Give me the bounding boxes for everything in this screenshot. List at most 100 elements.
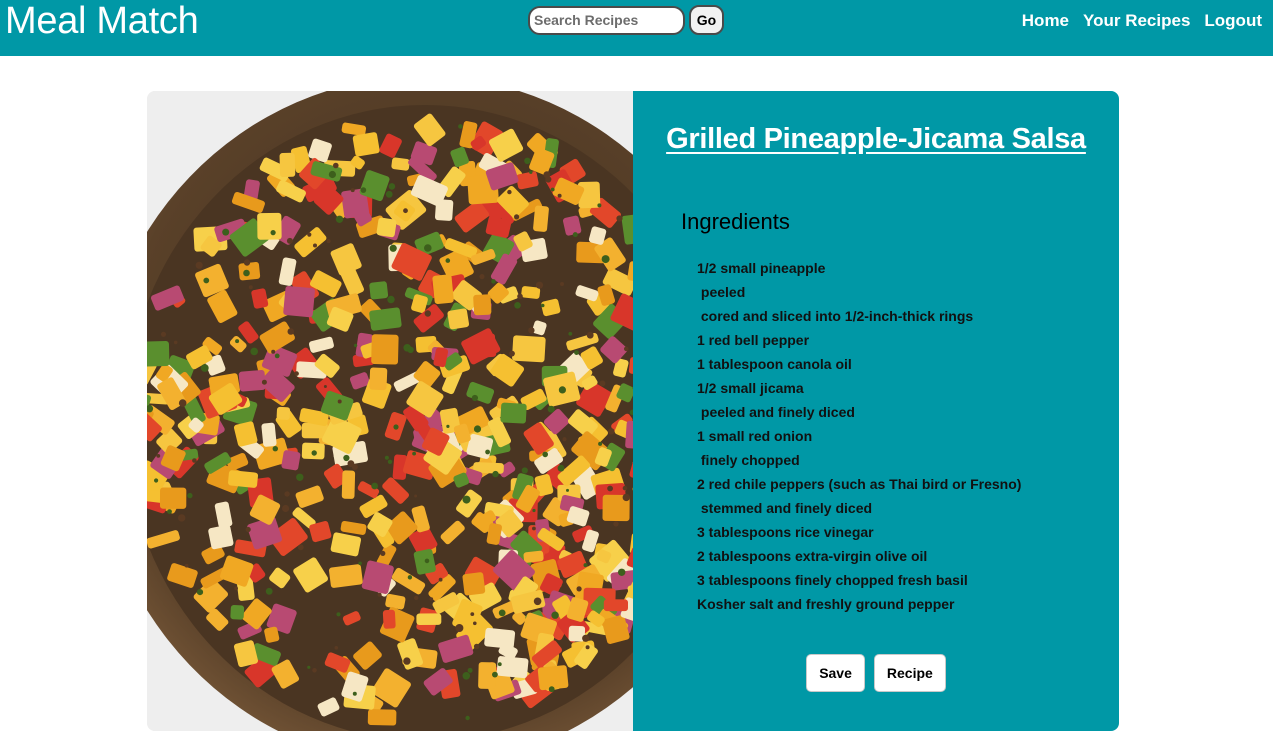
salsa-speck [343,454,350,462]
salsa-piece [371,334,399,365]
salsa-piece [500,402,527,424]
salsa-speck [532,526,536,531]
ingredient-item: 1 tablespoon canola oil [697,356,852,372]
salsa-speck [371,482,379,490]
salsa-speck [272,446,278,452]
salsa-speck [323,385,327,388]
salsa-piece [352,132,380,157]
salsa-speck [384,455,389,460]
salsa-speck [388,183,396,190]
brand-logo-text[interactable]: Meal Match [5,0,199,42]
salsa-speck [187,492,193,499]
salsa-piece [523,550,544,563]
salsa-speck [583,563,588,568]
salsa-speck [334,646,339,650]
salsa-speck [462,495,471,504]
salsa-speck [271,349,276,354]
ingredient-item: peeled [697,284,746,300]
save-button[interactable]: Save [806,654,865,692]
ingredient-item: 1/2 small pineapple [697,260,826,276]
salsa-speck [307,665,311,669]
salsa-speck [203,277,210,284]
salsa-piece [279,152,296,178]
salsa-piece [283,285,315,318]
nav-link-your-recipes[interactable]: Your Recipes [1083,10,1190,32]
salsa-speck [479,274,485,280]
salsa-speck [438,577,443,582]
ingredients-heading: Ingredients [681,209,790,234]
salsa-speck [284,491,290,497]
salsa-piece [228,470,259,488]
salsa-speck [458,124,463,129]
salsa-speck [360,187,367,193]
salsa-speck [178,399,187,407]
salsa-speck [473,425,482,433]
salsa-piece [473,294,492,316]
nav-link-logout[interactable]: Logout [1204,10,1262,32]
salsa-speck [195,261,203,269]
salsa-speck [178,514,186,522]
salsa-speck [336,612,341,617]
salsa-speck [297,544,304,551]
search-input[interactable] [528,5,685,35]
salsa-speck [524,157,531,164]
ingredient-item: 1 red bell pepper [697,332,810,348]
salsa-speck [601,255,610,264]
salsa-speck [586,331,594,339]
salsa-speck [312,668,317,673]
salsa-speck [261,379,267,385]
recipe-title-link[interactable]: Grilled Pineapple-Jicama Salsa [633,123,1119,156]
salsa-speck [599,380,606,387]
salsa-speck [624,346,629,352]
salsa-speck [414,494,418,498]
salsa-speck [582,634,590,642]
salsa-speck [333,162,339,169]
salsa-piece [484,627,516,649]
salsa-speck [335,215,344,223]
salsa-speck [353,343,358,348]
salsa-speck [492,470,499,478]
salsa-piece [257,212,282,240]
salsa-speck [548,686,555,693]
search-go-button[interactable]: Go [689,5,724,35]
salsa-speck [347,460,355,468]
salsa-speck [492,671,498,678]
salsa-speck [471,394,478,402]
salsa-piece [230,605,245,620]
salsa-speck [265,587,273,595]
salsa-speck [414,595,419,601]
nav-links: Home Your Recipes Logout [1022,10,1262,32]
recipe-photo [147,91,633,731]
salsa-speck [517,293,523,300]
salsa-speck [270,230,276,236]
salsa-speck [326,239,331,244]
salsa-speck [385,190,393,198]
salsa-speck [222,228,230,236]
salsa-piece [208,524,234,550]
salsa-speck [465,715,470,721]
salsa-speck [446,424,450,428]
salsa-piece [341,470,356,499]
salsa-speck [307,232,312,237]
salsa-speck [313,243,317,248]
ingredient-item: cored and sliced into 1/2-inch-thick rin… [697,308,974,324]
salsa-speck [528,327,535,334]
salsa-speck [403,657,411,665]
salsa-speck [576,586,582,592]
salsa-speck [407,346,414,353]
ingredient-item: 3 tablespoons finely chopped fresh basil [697,572,968,588]
salsa-speck [535,281,544,289]
salsa-speck [287,328,295,335]
salsa-piece [369,281,389,300]
salsa-speck [557,464,565,472]
nav-link-home[interactable]: Home [1022,10,1069,32]
salsa-speck [585,645,590,650]
salsa-speck [173,340,178,345]
salsa-speck [245,526,251,533]
salsa-speck [160,331,167,337]
salsa-speck [248,285,253,290]
salsa-speck [328,170,336,179]
view-recipe-button[interactable]: Recipe [873,654,946,692]
salsa-speck [547,405,555,413]
salsa-speck [462,672,471,680]
